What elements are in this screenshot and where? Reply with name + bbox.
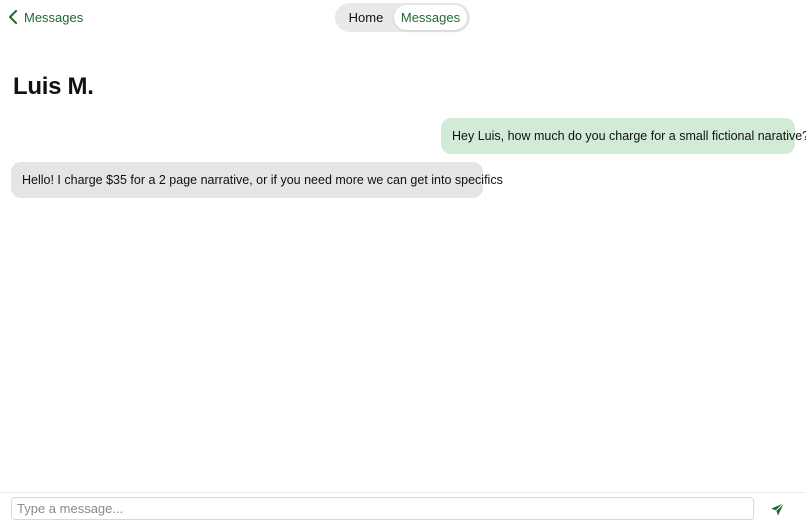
tab-messages[interactable]: Messages	[394, 5, 467, 30]
messages-screen: Messages Home Messages Luis M. Hey Luis,…	[0, 0, 806, 527]
page-title: Luis M.	[13, 73, 94, 100]
tab-home[interactable]: Home	[338, 5, 394, 30]
outgoing-message-bubble: Hey Luis, how much do you charge for a s…	[441, 118, 806, 154]
send-icon	[770, 502, 785, 517]
back-button-label: Messages	[24, 9, 84, 25]
back-button[interactable]: Messages	[8, 8, 83, 26]
chevron-left-icon	[8, 10, 18, 24]
send-button[interactable]	[768, 500, 786, 518]
composer-divider	[0, 492, 806, 493]
segmented-control: Home Messages	[335, 3, 470, 32]
incoming-message-bubble: Hello! I charge $35 for a 2 page narrati…	[11, 162, 503, 198]
message-text: Hello! I charge $35 for a 2 page narrati…	[22, 173, 503, 187]
message-text: Hey Luis, how much do you charge for a s…	[452, 129, 806, 143]
message-input[interactable]	[11, 497, 754, 520]
